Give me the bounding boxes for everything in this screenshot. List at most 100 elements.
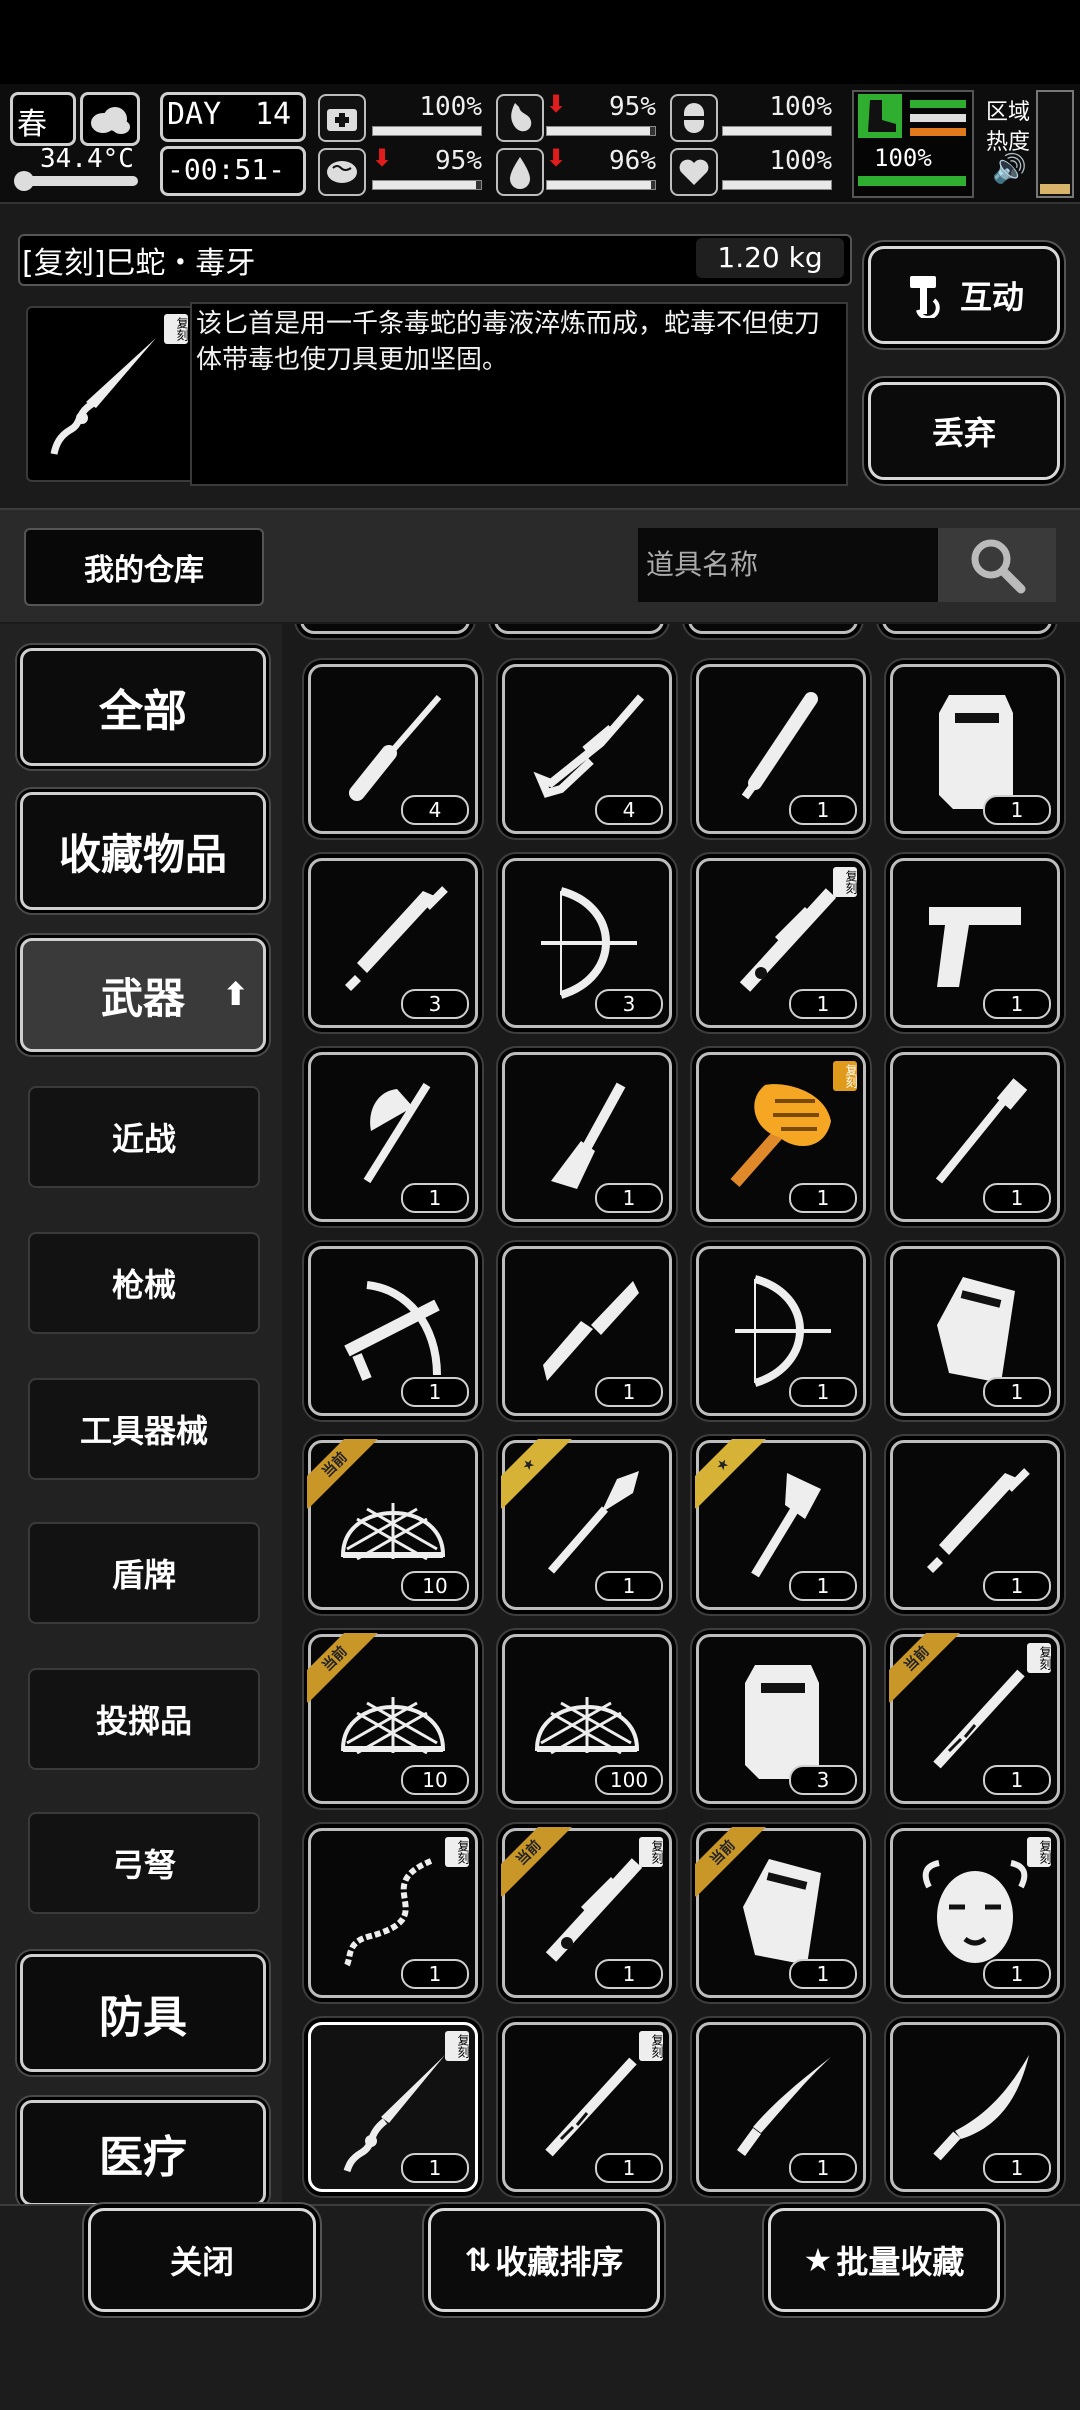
mood-stat: 100% xyxy=(722,144,832,196)
inventory-slot[interactable]: 复刻 1 xyxy=(308,2022,478,2192)
inventory-slot[interactable]: 3 xyxy=(502,858,672,1028)
item-count: 1 xyxy=(401,2153,469,2183)
inventory-slot[interactable]: 1 xyxy=(890,858,1060,1028)
close-label: 关闭 xyxy=(169,2243,234,2281)
sanity-decrease-arrow-icon: ⬇ xyxy=(372,144,393,172)
current-ribbon-label: 当前 xyxy=(695,1827,767,1897)
inventory-slot[interactable]: 当前 10 xyxy=(307,1439,478,1610)
replica-tag: 复刻 xyxy=(1027,1643,1052,1673)
category-medical[interactable]: 医疗 xyxy=(20,2100,266,2206)
inventory-slot[interactable]: 1 xyxy=(890,1440,1060,1610)
inventory-slot[interactable]: 复刻 1 xyxy=(696,858,866,1028)
inventory-slot[interactable]: 复刻 当前 1 xyxy=(889,1633,1060,1804)
speaker-icon[interactable]: 🔊 xyxy=(992,152,1027,185)
inventory-slot[interactable]: 1 xyxy=(890,2022,1060,2192)
inventory-slot[interactable]: ★ 1 xyxy=(501,1439,672,1610)
inventory-slot[interactable]: 1 xyxy=(890,664,1060,834)
inventory-slot[interactable]: 1 xyxy=(696,664,866,834)
inventory-slot[interactable]: 1 xyxy=(502,1052,672,1222)
pill-icon xyxy=(670,94,718,142)
interact-button[interactable]: 互动 xyxy=(868,246,1060,344)
item-count: 1 xyxy=(983,1959,1051,1989)
batch-favorite-button[interactable]: ★ 批量收藏 xyxy=(768,2208,1000,2312)
subcategory-tools[interactable]: 工具器械 xyxy=(28,1378,260,1480)
star-icon: ★ xyxy=(803,2241,833,2279)
subcategory-bows[interactable]: 弓弩 xyxy=(28,1812,260,1914)
heart-icon xyxy=(670,148,718,196)
hammer-icon xyxy=(909,276,940,318)
grid-cell-partial xyxy=(494,624,664,634)
current-ribbon-label: 当前 xyxy=(307,1439,379,1509)
stamina-line-green xyxy=(910,100,966,108)
star-icon: ★ xyxy=(501,1439,573,1509)
inventory-slot[interactable]: 复刻 1 xyxy=(308,1828,478,1998)
hunger-stat: ⬇ 95% xyxy=(546,90,656,142)
grid-cell-partial xyxy=(300,624,470,634)
thirst-decrease-arrow-icon: ⬇ xyxy=(546,144,567,172)
stamina-line-white xyxy=(910,114,966,122)
inventory-slot[interactable]: 3 xyxy=(308,858,478,1028)
inventory-slot[interactable]: 3 xyxy=(696,1634,866,1804)
item-count: 1 xyxy=(401,1959,469,1989)
batch-favorite-label: 批量收藏 xyxy=(836,2243,965,2281)
category-favorites[interactable]: 收藏物品 xyxy=(20,792,266,910)
my-warehouse-tab[interactable]: 我的仓库 xyxy=(24,528,264,606)
subcategory-throwables[interactable]: 投掷品 xyxy=(28,1668,260,1770)
inventory-slot[interactable]: 4 xyxy=(308,664,478,834)
category-weapons[interactable]: 武器 ⬆ xyxy=(20,938,266,1052)
inventory-slot[interactable]: 复刻 1 xyxy=(890,1828,1060,1998)
zone-heat-meter xyxy=(1036,90,1074,198)
sort-favorites-button[interactable]: ⇅ 收藏排序 xyxy=(428,2208,660,2312)
collapse-arrow-icon: ⬆ xyxy=(222,975,249,1013)
star-icon: ★ xyxy=(695,1439,767,1509)
sort-favorites-label: 收藏排序 xyxy=(495,2243,624,2281)
item-count: 1 xyxy=(595,1959,663,1989)
day-counter: DAY 14 xyxy=(160,92,306,142)
inventory-slot[interactable]: 1 xyxy=(890,1052,1060,1222)
item-count: 1 xyxy=(595,1377,663,1407)
close-button[interactable]: 关闭 xyxy=(88,2208,316,2312)
inventory-slot[interactable]: 4 xyxy=(502,664,672,834)
water-drop-icon xyxy=(496,148,544,196)
inventory-slot[interactable]: 1 xyxy=(890,1246,1060,1416)
inventory-slot[interactable]: 1 xyxy=(696,1246,866,1416)
inventory-slot[interactable]: 当前 10 xyxy=(307,1633,478,1804)
discard-button[interactable]: 丢弃 xyxy=(868,382,1060,480)
subcategory-melee[interactable]: 近战 xyxy=(28,1086,260,1188)
inventory-slot[interactable]: 复刻 1 xyxy=(502,2022,672,2192)
replica-tag: 复刻 xyxy=(445,1837,470,1867)
mood-value: 100% xyxy=(769,146,832,176)
item-count: 100 xyxy=(595,1765,663,1795)
item-count: 1 xyxy=(789,1571,857,1601)
replica-tag: 复刻 xyxy=(833,1061,858,1091)
replica-tag: 复刻 xyxy=(445,2031,470,2061)
item-title: [复刻]巳蛇・毒牙 xyxy=(22,246,256,281)
interact-label: 互动 xyxy=(959,278,1024,316)
inventory-slot[interactable]: 1 xyxy=(696,2022,866,2192)
item-weight: 1.20 kg xyxy=(696,238,844,278)
item-count: 1 xyxy=(401,1377,469,1407)
discard-label: 丢弃 xyxy=(931,414,996,452)
current-ribbon: 当前 xyxy=(307,1633,381,1707)
stamina-line-orange xyxy=(910,128,966,136)
category-armor[interactable]: 防具 xyxy=(20,1954,266,2072)
inventory-slot[interactable]: 当前 1 xyxy=(695,1827,866,1998)
replica-tag: 复刻 xyxy=(164,314,189,344)
inventory-slot[interactable]: 1 xyxy=(502,1246,672,1416)
inventory-slot[interactable]: 1 xyxy=(308,1246,478,1416)
weather-cloud-icon xyxy=(80,92,140,146)
subcategory-shields[interactable]: 盾牌 xyxy=(28,1522,260,1624)
category-all[interactable]: 全部 xyxy=(20,648,266,766)
subcategory-firearms[interactable]: 枪械 xyxy=(28,1232,260,1334)
search-button[interactable] xyxy=(938,528,1056,602)
item-grid: 4 4 1 1 3 3 复刻 1 1 1 1 复刻 1 1 1 1 1 1 当前 10 ★ 1 ★ 1 1 当前 10 100 3 复刻当… xyxy=(282,624,1080,2204)
inventory-slot[interactable]: 1 xyxy=(308,1052,478,1222)
replica-tag: 复刻 xyxy=(639,1837,664,1867)
inventory-slot[interactable]: ★ 1 xyxy=(695,1439,866,1610)
inventory-slot[interactable]: 复刻 1 xyxy=(696,1052,866,1222)
current-ribbon-label: 当前 xyxy=(501,1827,573,1897)
item-name-search-input[interactable] xyxy=(638,528,938,602)
inventory-slot[interactable]: 复刻 当前 1 xyxy=(501,1827,672,1998)
stamina-panel: 100% xyxy=(852,90,974,198)
inventory-slot[interactable]: 100 xyxy=(502,1634,672,1804)
